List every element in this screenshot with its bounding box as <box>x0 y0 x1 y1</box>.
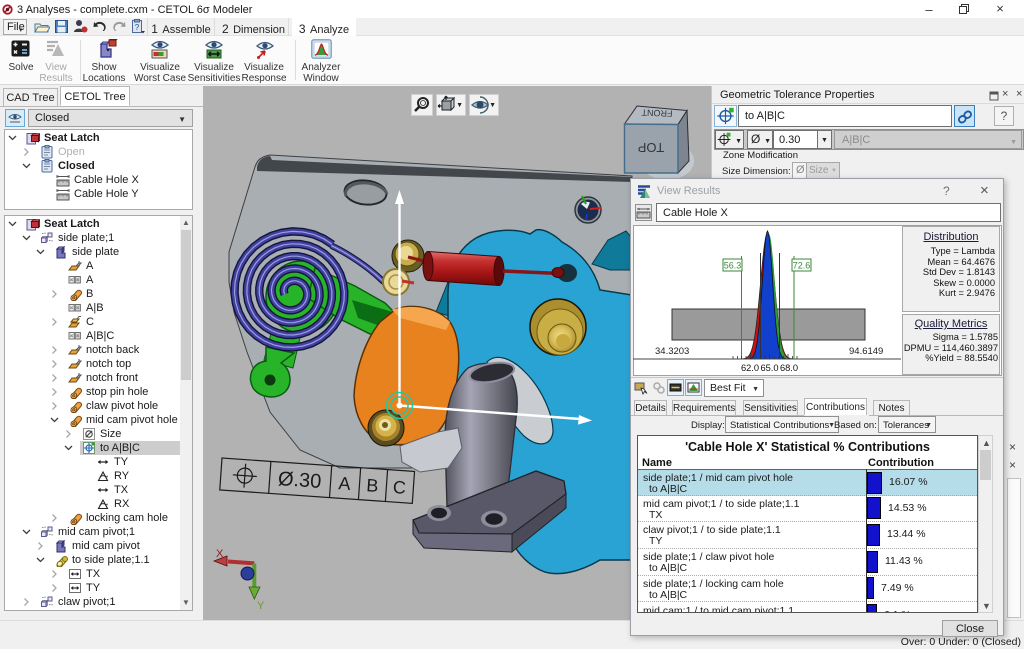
svg-text:Ø.30: Ø.30 <box>277 468 322 493</box>
svg-text:62.0: 62.0 <box>741 363 759 373</box>
svg-text:B: B <box>366 475 379 496</box>
svg-text:Y: Y <box>257 600 265 612</box>
svg-text:68.0: 68.0 <box>780 363 798 373</box>
svg-text:94.6149: 94.6149 <box>849 346 883 357</box>
svg-text:72.6: 72.6 <box>793 261 811 271</box>
svg-text:34.3203: 34.3203 <box>655 346 689 357</box>
svg-text:TOP: TOP <box>638 140 665 155</box>
svg-text:X: X <box>216 548 224 560</box>
svg-text:FRONT: FRONT <box>641 107 673 118</box>
svg-text:65.0: 65.0 <box>760 363 778 373</box>
svg-text:?: ? <box>135 23 140 32</box>
svg-text:C: C <box>392 477 406 498</box>
svg-text:A: A <box>338 473 351 494</box>
svg-text:56.3: 56.3 <box>724 261 742 271</box>
